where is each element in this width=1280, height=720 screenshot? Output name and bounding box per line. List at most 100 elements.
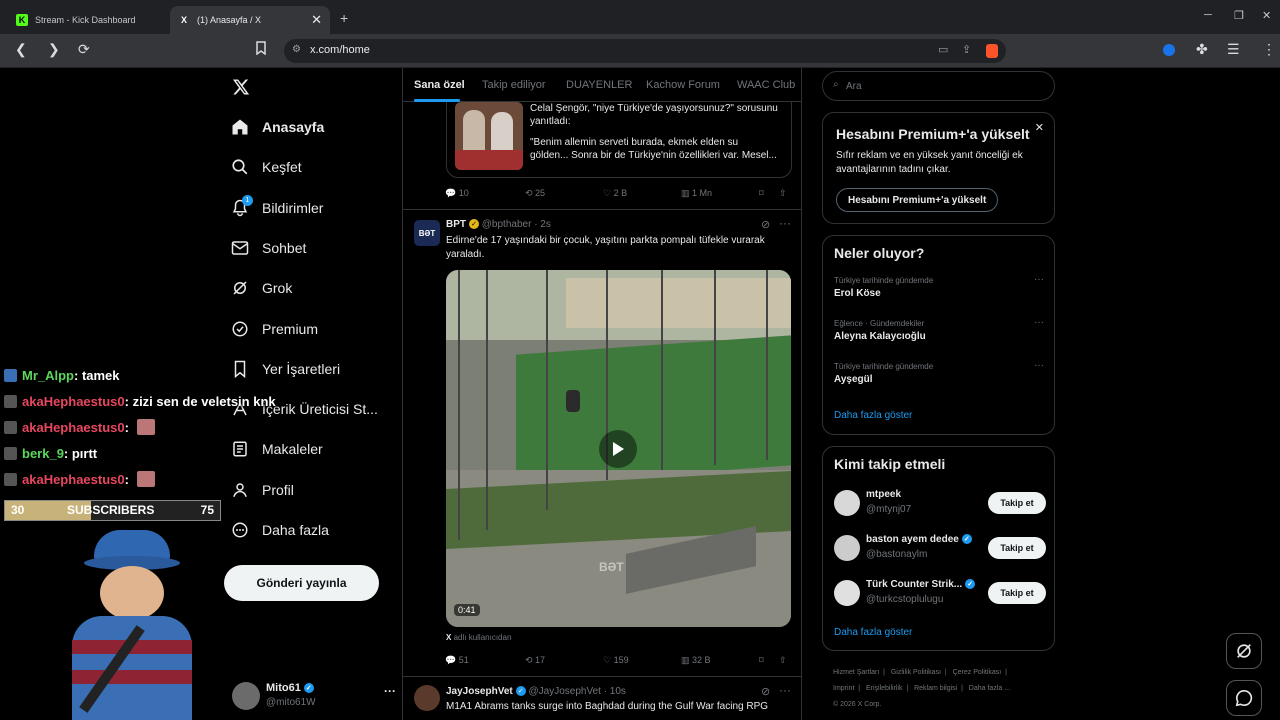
follow-suggestion[interactable]: baston ayem dedee ✓ @bastonaylm Takip et bbox=[823, 533, 1056, 565]
tweet-author[interactable]: BPT bbox=[446, 219, 466, 230]
bookmark-icon[interactable]: ⌑ bbox=[759, 655, 764, 666]
reload-icon[interactable]: ⟳ bbox=[78, 41, 90, 58]
forward-icon[interactable]: ❯ bbox=[48, 41, 60, 58]
follow-button[interactable]: Takip et bbox=[988, 537, 1046, 559]
grok-tweet-icon[interactable]: ⊘ bbox=[761, 218, 770, 231]
play-icon[interactable] bbox=[599, 430, 637, 468]
footer-link[interactable]: Çerez Politikası bbox=[953, 669, 1002, 676]
premium-upgrade-button[interactable]: Hesabını Premium+'a yükselt bbox=[836, 188, 999, 212]
tab-kick-dashboard[interactable]: K Stream - Kick Dashboard bbox=[8, 6, 168, 34]
playlist-icon[interactable]: ☰ bbox=[1227, 41, 1240, 58]
tab-sana-ozel[interactable]: Sana özel bbox=[414, 79, 465, 91]
back-icon[interactable]: ❮ bbox=[15, 41, 27, 58]
profile-extension-icon[interactable] bbox=[1163, 44, 1175, 56]
user-avatar bbox=[232, 682, 260, 710]
trend-more-icon[interactable]: ··· bbox=[1034, 274, 1044, 285]
tweet[interactable]: BƏT BPT ✓ @bpthaber · 2s ⊘ ··· Edirne'de … bbox=[403, 210, 801, 676]
tweet[interactable]: JayJosephVet ✓ @JayJosephVet · 10s ⊘ ··· … bbox=[403, 677, 801, 720]
messages-fab-icon[interactable] bbox=[1226, 680, 1262, 716]
address-bar[interactable]: ⚙ x.com/home ▭ ⇪ bbox=[284, 39, 1006, 63]
follow-button[interactable]: Takip et bbox=[988, 582, 1046, 604]
footer-link[interactable]: Reklam bilgisi bbox=[914, 685, 957, 692]
footer-link[interactable]: Daha fazla ... bbox=[969, 685, 1010, 692]
nav-item-bookmark[interactable]: Yer İşaretleri bbox=[230, 356, 340, 382]
account-switcher[interactable]: Mito61 ✓ @mito61W ··· bbox=[232, 680, 396, 712]
repost-button[interactable]: ⟲ 25 bbox=[525, 188, 545, 199]
search-box[interactable]: ⌕ Ara bbox=[822, 71, 1055, 101]
share-icon[interactable]: ⇧ bbox=[779, 188, 787, 199]
trend-more-icon[interactable]: ··· bbox=[1034, 360, 1044, 371]
trend-item[interactable]: Türkiye tarihinde gündemde Erol Köse ··· bbox=[834, 274, 1044, 310]
footer-link[interactable]: Imprint bbox=[833, 685, 854, 692]
menu-icon[interactable]: ⋮ bbox=[1262, 41, 1276, 58]
bookmark-icon[interactable]: ⌑ bbox=[759, 188, 764, 199]
suggestion-avatar[interactable] bbox=[834, 490, 860, 516]
tab-waac-club[interactable]: WAAC Club bbox=[737, 79, 795, 91]
footer-link[interactable]: Hizmet Şartları bbox=[833, 669, 879, 676]
share-icon[interactable]: ⇪ bbox=[962, 43, 971, 56]
grok-tweet-icon[interactable]: ⊘ bbox=[761, 685, 770, 698]
footer-link[interactable]: Erişilebilirlik bbox=[866, 685, 903, 692]
minimize-icon[interactable]: ─ bbox=[1204, 9, 1212, 21]
tweet-author[interactable]: JayJosephVet bbox=[446, 686, 513, 697]
grok-fab-icon[interactable] bbox=[1226, 633, 1262, 669]
like-button[interactable]: ♡ 159 bbox=[603, 655, 629, 666]
tweet-more-icon[interactable]: ··· bbox=[779, 216, 791, 230]
tweet-more-icon[interactable]: ··· bbox=[779, 683, 791, 697]
suggestion-avatar[interactable] bbox=[834, 535, 860, 561]
close-window-icon[interactable]: ✕ bbox=[1262, 9, 1271, 22]
like-button[interactable]: ♡ 2 B bbox=[603, 188, 627, 199]
tweet-video[interactable]: BƏT 0:41 bbox=[446, 270, 791, 627]
nav-item-bell[interactable]: 1 Bildirimler bbox=[230, 194, 323, 221]
tweet-avatar[interactable]: BƏT bbox=[414, 220, 440, 246]
trend-item[interactable]: Türkiye tarihinde gündemde Ayşegül ··· bbox=[834, 360, 1044, 396]
follow-show-more[interactable]: Daha fazla göster bbox=[834, 627, 912, 638]
bookmark-page-icon[interactable] bbox=[255, 41, 267, 58]
extensions-icon[interactable]: ✤ bbox=[1196, 41, 1208, 58]
trend-item[interactable]: Eğlence · Gündemdekiler Aleyna Kalaycıoğl… bbox=[834, 317, 1044, 353]
account-more-icon[interactable]: ··· bbox=[384, 684, 396, 698]
trend-more-icon[interactable]: ··· bbox=[1034, 317, 1044, 328]
nav-item-home[interactable]: Anasayfa bbox=[230, 114, 324, 140]
chat-badge-icon bbox=[4, 446, 17, 460]
reply-button[interactable]: 💬 51 bbox=[445, 655, 469, 666]
nav-item-articles[interactable]: Makaleler bbox=[230, 436, 323, 462]
x-logo-icon[interactable] bbox=[232, 78, 250, 101]
tab-duayenler[interactable]: DUAYENLER bbox=[566, 79, 632, 91]
tab-x-home[interactable]: X (1) Anasayfa / X ✕ bbox=[170, 6, 330, 34]
follow-suggestion[interactable]: mtpeek @mtynj07 Takip et bbox=[823, 488, 1056, 520]
new-tab-icon[interactable]: + bbox=[340, 10, 348, 26]
brave-shield-icon[interactable] bbox=[986, 44, 998, 58]
reply-button[interactable]: 💬 10 bbox=[445, 188, 469, 199]
suggestion-name-row: Türk Counter Strik... ✓ bbox=[866, 579, 976, 590]
restore-icon[interactable]: ❐ bbox=[1234, 9, 1244, 22]
site-settings-icon[interactable]: ⚙ bbox=[292, 44, 301, 55]
follow-suggestion[interactable]: Türk Counter Strik... ✓ @turkcstoplulugu Ta… bbox=[823, 578, 1056, 610]
nav-item-mail[interactable]: Sohbet bbox=[230, 235, 306, 261]
url-text: x.com/home bbox=[310, 44, 370, 56]
follow-button[interactable]: Takip et bbox=[988, 492, 1046, 514]
tab-title: Stream - Kick Dashboard bbox=[35, 15, 136, 25]
share-icon[interactable]: ⇧ bbox=[779, 655, 787, 666]
nav-item-search[interactable]: Keşfet bbox=[230, 154, 302, 180]
suggestion-avatar[interactable] bbox=[834, 580, 860, 606]
quoted-tweet[interactable]: Celal Şengör, "niye Türkiye'de yaşıyorsu… bbox=[446, 102, 792, 178]
nav-item-more-circle[interactable]: Daha fazla bbox=[230, 517, 329, 543]
nav-item-profile[interactable]: Profil bbox=[230, 477, 294, 503]
footer-link[interactable]: Gizlilik Politikası bbox=[891, 669, 941, 676]
nav-item-premium[interactable]: Premium bbox=[230, 316, 318, 342]
close-icon[interactable]: ✕ bbox=[1035, 121, 1044, 134]
views-button[interactable]: ▥ 32 B bbox=[681, 655, 711, 666]
close-tab-icon[interactable]: ✕ bbox=[311, 12, 322, 28]
tab-takip-ediliyor[interactable]: Takip ediliyor bbox=[482, 79, 546, 91]
trends-show-more[interactable]: Daha fazla göster bbox=[834, 410, 912, 421]
views-button[interactable]: ▥ 1 Mn bbox=[681, 188, 712, 199]
tweet-avatar[interactable] bbox=[414, 685, 440, 711]
nav-item-grok[interactable]: Grok bbox=[230, 275, 292, 301]
video-source-text[interactable]: adlı kullanıcıdan bbox=[454, 633, 512, 642]
repost-button[interactable]: ⟲ 17 bbox=[525, 655, 545, 666]
post-button[interactable]: Gönderi yayınla bbox=[224, 565, 379, 601]
video-source: X adlı kullanıcıdan bbox=[446, 633, 511, 642]
cast-icon[interactable]: ▭ bbox=[938, 43, 948, 56]
tab-kachow-forum[interactable]: Kachow Forum bbox=[646, 79, 720, 91]
